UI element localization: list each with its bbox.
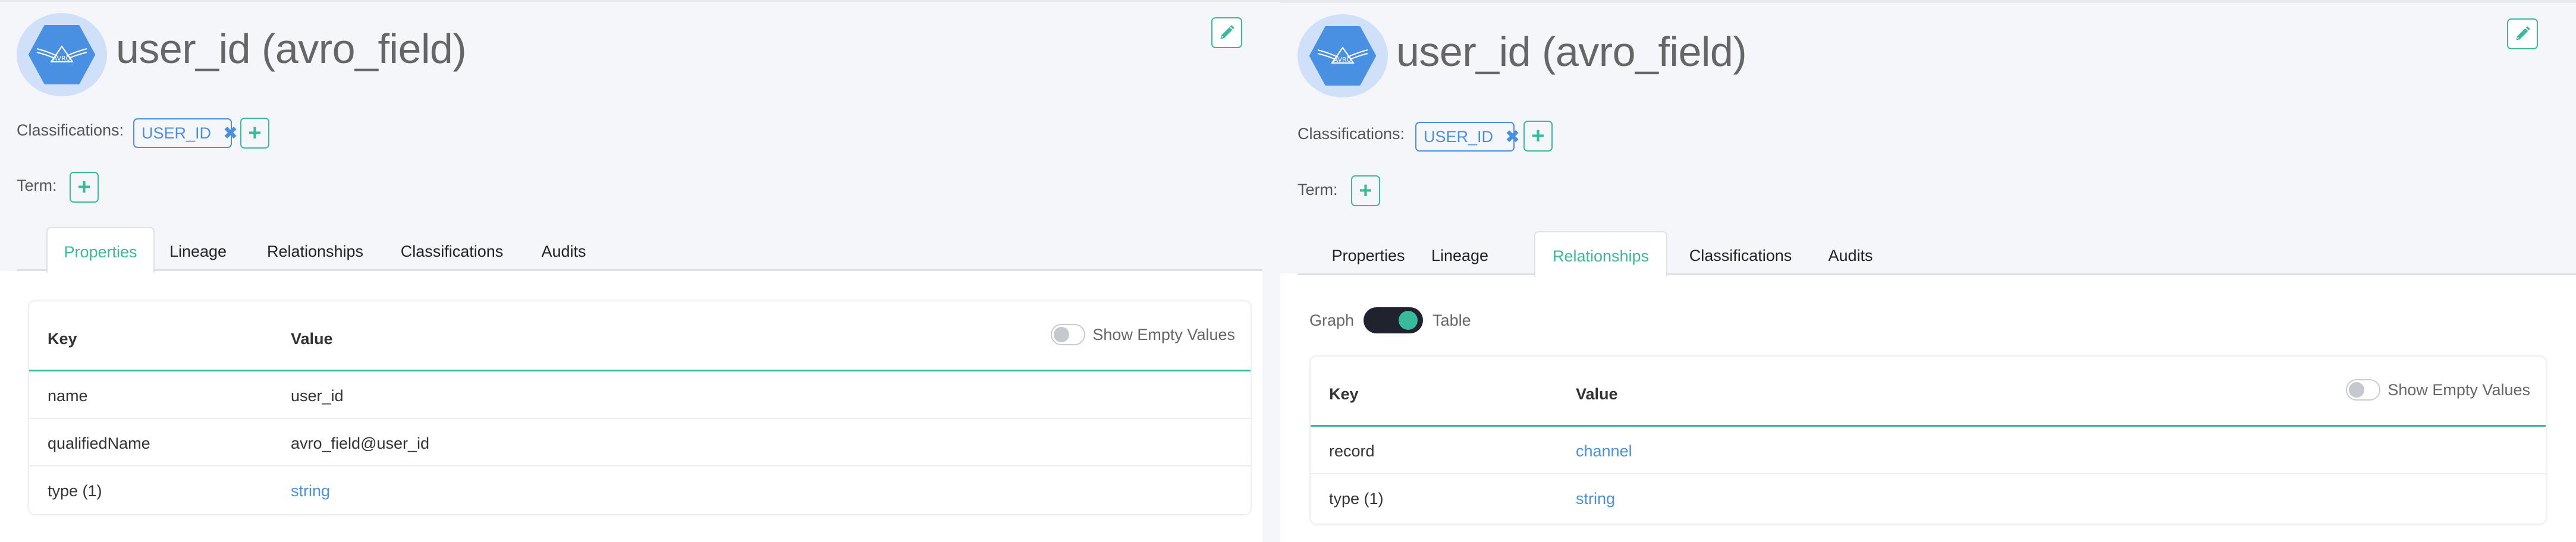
add-classification-button[interactable]: + xyxy=(1523,121,1553,152)
entity-title: user_id (avro_field) xyxy=(116,26,467,72)
tab-audits[interactable]: Audits xyxy=(1821,231,1880,277)
entity-detail-panel-properties: AVRO user_id (avro_field) Classification… xyxy=(0,0,1280,542)
add-term-button[interactable]: + xyxy=(1351,175,1380,206)
column-header-key: Key xyxy=(48,330,77,348)
entity-tabs: Properties Lineage Relationships Classif… xyxy=(1298,231,2576,277)
tab-label: Classifications xyxy=(1689,247,1792,264)
tab-audits[interactable]: Audits xyxy=(534,227,593,273)
tab-label: Properties xyxy=(1331,247,1405,264)
entity-avatar: AVRO xyxy=(1298,14,1388,97)
classifications-label: Classifications: xyxy=(1298,125,1405,143)
tab-label: Properties xyxy=(64,243,137,261)
avro-logo-icon: AVRO xyxy=(1309,26,1376,86)
tab-relationships[interactable]: Relationships xyxy=(1534,231,1667,277)
tab-relationships[interactable]: Relationships xyxy=(262,227,369,273)
classification-tag-label: USER_ID xyxy=(1424,127,1494,146)
table-header: Key Value Show Empty Values xyxy=(1311,357,2546,427)
table-header: Key Value Show Empty Values xyxy=(29,301,1251,371)
table-row: type (1) string xyxy=(29,467,1251,514)
graph-table-switch[interactable] xyxy=(1364,307,1424,333)
toggle-knob xyxy=(1399,311,1418,330)
graph-label: Graph xyxy=(1309,311,1355,329)
relationships-table: Key Value Show Empty Values record chann… xyxy=(1311,357,2546,524)
row-key: type (1) xyxy=(48,482,102,500)
row-key: record xyxy=(1329,442,1375,460)
tab-properties[interactable]: Properties xyxy=(1331,231,1405,277)
column-header-value: Value xyxy=(1576,385,1618,403)
edit-entity-button[interactable] xyxy=(2507,18,2538,49)
entity-detail-panel-relationships: AVRO user_id (avro_field) Classification… xyxy=(1280,0,2576,542)
tab-lineage[interactable]: Lineage xyxy=(1427,231,1493,277)
row-key: qualifiedName xyxy=(48,434,150,452)
show-empty-values: Show Empty Values xyxy=(2346,379,2530,401)
classification-tag-label: USER_ID xyxy=(142,124,212,142)
tab-label: Audits xyxy=(1828,247,1873,264)
pencil-icon xyxy=(2516,26,2530,40)
edit-entity-button[interactable] xyxy=(1211,17,1242,48)
tab-classifications[interactable]: Classifications xyxy=(395,227,509,273)
remove-classification-icon[interactable]: ✖ xyxy=(223,123,238,144)
toggle-knob xyxy=(2349,382,2365,398)
pencil-icon xyxy=(1220,25,1234,39)
entity-tabs: Properties Lineage Relationships Classif… xyxy=(17,227,1262,273)
tab-label: Audits xyxy=(541,242,586,260)
show-empty-values-label: Show Empty Values xyxy=(2387,380,2530,399)
row-key: type (1) xyxy=(1329,490,1384,508)
tab-label: Classifications xyxy=(400,242,504,260)
show-empty-values-toggle[interactable] xyxy=(1051,324,1086,345)
svg-text:AVRO: AVRO xyxy=(53,55,71,62)
show-empty-values-label: Show Empty Values xyxy=(1092,325,1235,344)
classification-tag[interactable]: USER_ID ✖ xyxy=(1415,122,1520,152)
properties-table: Key Value Show Empty Values name user_id… xyxy=(29,301,1251,514)
entity-title: user_id (avro_field) xyxy=(1396,29,1747,75)
remove-classification-icon[interactable]: ✖ xyxy=(1505,127,1520,147)
add-classification-button[interactable]: + xyxy=(240,118,269,149)
row-value: avro_field@user_id xyxy=(291,434,430,452)
row-value: user_id xyxy=(291,387,344,405)
table-row: qualifiedName avro_field@user_id xyxy=(29,419,1251,467)
table-row: name user_id xyxy=(29,371,1251,419)
show-empty-values: Show Empty Values xyxy=(1051,324,1235,345)
row-value-link[interactable]: channel xyxy=(1576,442,1632,461)
tab-label: Lineage xyxy=(169,242,227,260)
plus-icon: + xyxy=(1531,124,1545,149)
svg-text:AVRO: AVRO xyxy=(1334,56,1352,64)
tab-label: Relationships xyxy=(266,242,364,260)
column-header-value: Value xyxy=(291,330,333,348)
entity-avatar: AVRO xyxy=(17,13,107,96)
add-term-button[interactable]: + xyxy=(70,172,99,203)
table-row: type (1) string xyxy=(1311,474,2546,522)
show-empty-values-toggle[interactable] xyxy=(2346,379,2381,401)
classifications-label: Classifications: xyxy=(17,121,124,139)
row-key: name xyxy=(48,387,88,405)
plus-icon: + xyxy=(248,121,262,146)
plus-icon: + xyxy=(77,175,91,200)
row-value-link[interactable]: string xyxy=(291,482,330,500)
row-value-link[interactable]: string xyxy=(1576,490,1615,508)
tab-lineage[interactable]: Lineage xyxy=(165,227,231,273)
term-label: Term: xyxy=(17,177,57,194)
term-label: Term: xyxy=(1298,181,1338,198)
tab-label: Relationships xyxy=(1552,247,1650,265)
avro-logo-icon: AVRO xyxy=(29,25,95,84)
column-header-key: Key xyxy=(1329,385,1359,403)
tab-label: Lineage xyxy=(1431,247,1489,264)
tab-classifications[interactable]: Classifications xyxy=(1684,231,1797,277)
graph-table-toggle: Graph Table xyxy=(1309,307,1471,333)
classification-tag[interactable]: USER_ID ✖ xyxy=(133,118,238,148)
toggle-knob xyxy=(1054,327,1070,342)
table-label: Table xyxy=(1432,311,1471,329)
plus-icon: + xyxy=(1359,178,1372,203)
tab-properties[interactable]: Properties xyxy=(46,227,155,273)
table-row: record channel xyxy=(1311,427,2546,474)
